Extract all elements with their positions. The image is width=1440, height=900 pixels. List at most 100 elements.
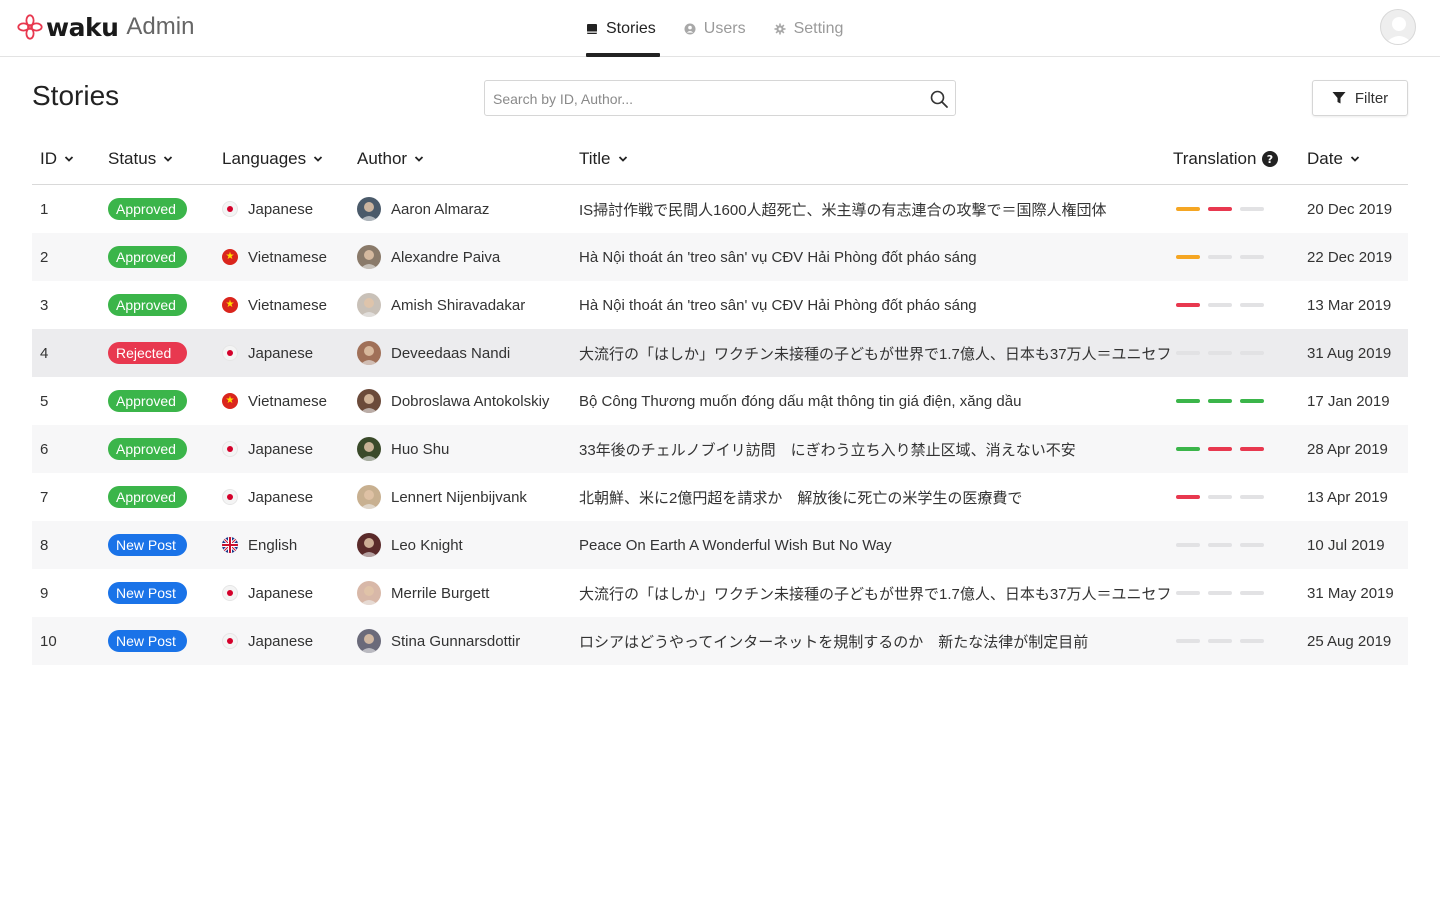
vietnam-flag-icon: ★ [222,297,238,313]
translation-progress-segment [1208,399,1232,403]
translation-progress [1176,329,1272,377]
column-translation[interactable]: Translation ? [1173,149,1279,169]
translation-progress-segment [1208,591,1232,595]
book-icon [586,23,598,35]
story-title[interactable]: 33年後のチェルノブイリ訪問 にぎわう立ち入り禁止区域、消えない不安 [579,425,1076,473]
gear-icon [774,23,786,35]
table-row[interactable]: 7 Approved Japanese Lennert Nijenbijvank 北朝鮮… [32,473,1408,521]
user-circle-icon [684,23,696,35]
translation-progress-segment [1208,351,1232,355]
table-row[interactable]: 2 Approved ★ Vietnamese Alexandre Paiva Hà Nộ… [32,233,1408,281]
story-title[interactable]: IS掃討作戦で民間人1600人超死亡、米主導の有志連合の攻撃で＝国際人権団体 [579,185,1107,233]
table-body: 1 Approved Japanese Aaron Almaraz IS掃討作戦で民間人… [32,185,1408,665]
author-cell[interactable]: Lennert Nijenbijvank [357,473,527,521]
translation-progress-segment [1208,639,1232,643]
author-cell[interactable]: Deveedaas Nandi [357,329,510,377]
story-date: 31 May 2019 [1307,584,1394,602]
table-row[interactable]: 4 Rejected Japanese Deveedaas Nandi 大流行の「はしか… [32,329,1408,377]
status-badge: Rejected [108,342,187,364]
story-title[interactable]: Bộ Công Thương muốn đóng dấu mật thông t… [579,377,1021,425]
story-id: 6 [40,440,49,458]
translation-progress [1176,473,1272,521]
author-name: Amish Shiravadakar [391,296,526,314]
question-circle-icon[interactable]: ? [1262,151,1279,167]
translation-progress-segment [1176,495,1200,499]
tab-stories[interactable]: Stories [586,0,660,57]
story-title[interactable]: 北朝鮮、米に2億円超を請求か 解放後に死亡の米学生の医療費で [579,473,1022,521]
tab-users-label: Users [703,19,746,37]
search-icon[interactable] [929,89,949,109]
translation-progress-segment [1176,591,1200,595]
column-date[interactable]: Date [1307,149,1360,169]
language-label: Vietnamese [248,392,327,410]
author-cell[interactable]: Aaron Almaraz [357,185,489,233]
story-date: 20 Dec 2019 [1307,200,1393,218]
author-cell[interactable]: Amish Shiravadakar [357,281,525,329]
status-badge: Approved [108,390,187,412]
language-label: Japanese [248,200,314,218]
language-cell: Japanese [222,425,313,473]
flower-logo-icon [17,14,43,40]
tab-setting[interactable]: Setting [774,0,843,57]
language-cell: ★ Vietnamese [222,233,327,281]
story-id: 3 [40,296,49,314]
chevron-down-icon [618,156,627,162]
japan-flag-icon [222,441,238,457]
author-cell[interactable]: Dobroslawa Antokolskiy [357,377,549,425]
column-title[interactable]: Title [579,149,628,169]
column-title-label: Title [579,149,611,168]
translation-progress-segment [1176,255,1200,259]
column-status[interactable]: Status [108,149,173,169]
author-cell[interactable]: Huo Shu [357,425,449,473]
story-date: 25 Aug 2019 [1307,632,1392,650]
story-title[interactable]: Peace On Earth A Wonderful Wish But No W… [579,521,892,569]
author-cell[interactable]: Merrile Burgett [357,569,489,617]
story-title[interactable]: 大流行の「はしか」ワクチン未接種の子どもが世界で1.7億人、日本も37万人＝ユニ… [579,569,1172,617]
column-date-label: Date [1307,149,1343,168]
author-cell[interactable]: Stina Gunnarsdottir [357,617,520,665]
table-row[interactable]: 1 Approved Japanese Aaron Almaraz IS掃討作戦で民間人… [32,185,1408,233]
story-title[interactable]: ロシアはどうやってインターネットを規制するのか 新たな法律が制定目前 [579,617,1088,665]
language-cell: Japanese [222,329,313,377]
status-cell: Approved [108,377,187,425]
status-cell: Approved [108,233,187,281]
author-avatar [357,629,381,653]
search-input[interactable] [493,89,913,109]
table-row[interactable]: 3 Approved ★ Vietnamese Amish Shiravadakar Hà… [32,281,1408,329]
table-row[interactable]: 9 New Post Japanese Merrile Burgett 大流行の「はしか… [32,569,1408,617]
logo[interactable]: waku Admin [16,12,194,42]
chevron-down-icon [414,156,424,162]
author-name: Deveedaas Nandi [391,344,511,362]
author-avatar [357,341,381,365]
translation-progress-segment [1208,495,1232,499]
author-avatar [357,581,381,605]
translation-progress-segment [1176,207,1200,211]
story-title[interactable]: Hà Nội thoát án 'treo sân' vụ CĐV Hải Ph… [579,233,977,281]
user-avatar[interactable] [1380,9,1416,45]
column-id[interactable]: ID [40,149,74,169]
filter-button[interactable]: Filter [1312,80,1408,116]
tab-users[interactable]: Users [684,0,746,57]
status-badge: New Post [108,630,187,652]
author-cell[interactable]: Leo Knight [357,521,463,569]
story-id: 5 [40,392,49,410]
story-date: 13 Mar 2019 [1307,296,1392,314]
author-cell[interactable]: Alexandre Paiva [357,233,500,281]
story-title[interactable]: Hà Nội thoát án 'treo sân' vụ CĐV Hải Ph… [579,281,977,329]
language-cell: Japanese [222,569,313,617]
column-author[interactable]: Author [357,149,424,169]
chevron-down-icon [1350,156,1360,162]
table-row[interactable]: 8 New Post English Leo Knight Peace On Earth… [32,521,1408,569]
author-name: Huo Shu [391,440,450,458]
table-row[interactable]: 5 Approved ★ Vietnamese Dobroslawa Antokolsk… [32,377,1408,425]
translation-progress-segment [1208,207,1232,211]
column-languages[interactable]: Languages [222,149,323,169]
table-row[interactable]: 10 New Post Japanese Stina Gunnarsdottir ロシア… [32,617,1408,665]
story-title[interactable]: 大流行の「はしか」ワクチン未接種の子どもが世界で1.7億人、日本も37万人＝ユニ… [579,329,1172,377]
language-cell: Japanese [222,185,313,233]
page-title: Stories [32,80,120,111]
table-row[interactable]: 6 Approved Japanese Huo Shu 33年後のチェルノブイリ訪問 に… [32,425,1408,473]
translation-progress-segment [1208,447,1232,451]
status-cell: Approved [108,425,187,473]
story-date: 17 Jan 2019 [1307,392,1390,410]
